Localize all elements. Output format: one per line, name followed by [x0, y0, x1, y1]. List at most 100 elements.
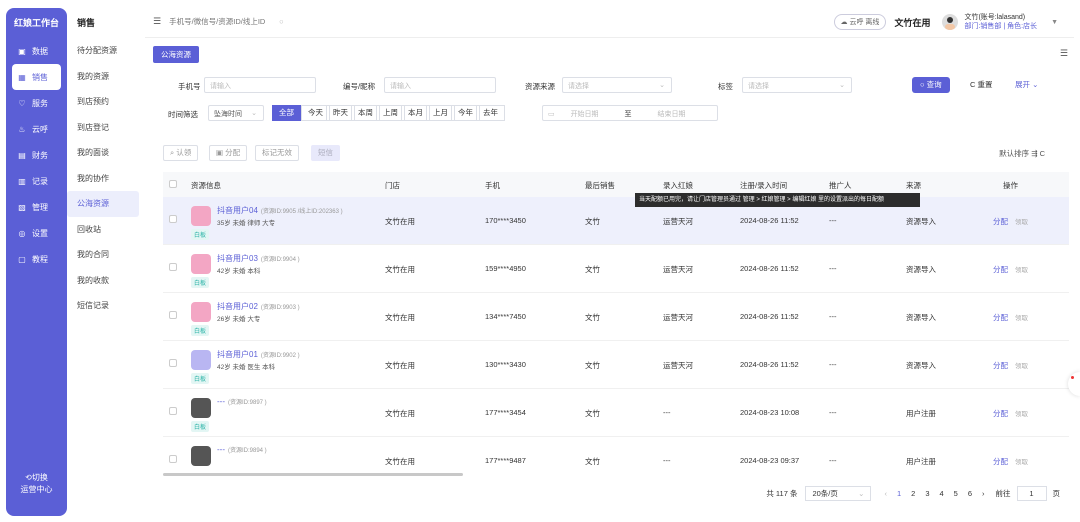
page-size-select[interactable]: 20条/页 ⌄: [805, 486, 872, 501]
assign-link[interactable]: 分配: [993, 264, 1008, 275]
row-checkbox[interactable]: [169, 455, 177, 463]
cell-promoter: ---: [829, 360, 837, 369]
assign-link[interactable]: 分配: [993, 312, 1008, 323]
page-3[interactable]: 3: [925, 489, 929, 498]
tab-public-resources[interactable]: 公海资源: [153, 46, 199, 63]
date-btn-8[interactable]: 去年: [476, 105, 505, 121]
chevron-down-icon: ⌄: [659, 82, 665, 89]
submenu-item-2[interactable]: 到店预约: [67, 89, 145, 115]
next-page-icon[interactable]: ›: [982, 489, 985, 498]
nav-item-4[interactable]: ▤ 财务: [6, 142, 67, 168]
prev-page-icon[interactable]: ‹: [884, 489, 887, 498]
sort-control[interactable]: 默认排序 ⇶ C: [999, 148, 1045, 159]
nav-item-3[interactable]: ♨ 云呼: [6, 116, 67, 142]
claim-link[interactable]: 领取: [1015, 360, 1028, 370]
row-checkbox[interactable]: [169, 359, 177, 367]
submenu-item-6[interactable]: 公海资源: [67, 191, 139, 217]
resource-name[interactable]: 抖音用户01 (资源ID:9902 ): [217, 349, 300, 360]
select-all-checkbox[interactable]: [169, 180, 177, 188]
switch-ops-center[interactable]: ⟲切换 运营中心: [6, 472, 67, 496]
date-btn-0[interactable]: 全部: [272, 105, 301, 121]
assign-link[interactable]: 分配: [993, 360, 1008, 371]
horizontal-scrollbar[interactable]: [163, 473, 463, 476]
status-badge: 白板: [191, 325, 210, 336]
page-5[interactable]: 5: [954, 489, 958, 498]
code-input[interactable]: 请输入: [384, 77, 496, 93]
submenu-item-1[interactable]: 我的资源: [67, 64, 145, 90]
nav-item-7[interactable]: ◎ 设置: [6, 220, 67, 246]
search-icon[interactable]: ○: [279, 17, 284, 26]
expand-button[interactable]: 展开 ⌄: [1015, 77, 1038, 93]
column-menu-icon[interactable]: ☰: [1060, 48, 1068, 59]
claim-link[interactable]: 领取: [1015, 312, 1028, 322]
sms-button[interactable]: 短信: [311, 145, 340, 161]
menu-fold-icon[interactable]: ☰: [153, 16, 161, 27]
resource-name[interactable]: --- (资源ID:9894 ): [217, 445, 267, 454]
submenu-item-5[interactable]: 我的协作: [67, 166, 145, 192]
date-range-picker[interactable]: ▭ 开始日期 至 结束日期: [542, 105, 718, 121]
phone-input[interactable]: 请输入: [204, 77, 316, 93]
cell-store: 文竹在用: [385, 409, 415, 418]
table-row[interactable]: 抖音用户01 (资源ID:9902 ) 42岁 未婚 医生 本科 白板 文竹在用 130*…: [163, 341, 1069, 389]
assign-button[interactable]: ▣ 分配: [209, 145, 248, 161]
refresh-icon[interactable]: C: [1040, 149, 1045, 158]
nav-item-6[interactable]: ▧ 管理: [6, 194, 67, 220]
claim-link[interactable]: 领取: [1015, 408, 1028, 418]
submenu-item-7[interactable]: 回收站: [67, 217, 145, 243]
submenu-item-9[interactable]: 我的收款: [67, 268, 145, 294]
claim-link[interactable]: 领取: [1015, 456, 1028, 466]
assign-link[interactable]: 分配: [993, 216, 1008, 227]
time-type-select[interactable]: 坠海时间 ⌄: [208, 105, 264, 121]
submenu-item-8[interactable]: 我的合同: [67, 242, 145, 268]
reset-button[interactable]: C 重置: [970, 77, 993, 93]
row-checkbox[interactable]: [169, 215, 177, 223]
table-row[interactable]: 抖音用户04 (资源ID:9905 /线上ID:202363 ) 35岁 未婚 律师…: [163, 197, 1069, 245]
submenu-item-4[interactable]: 我的面谈: [67, 140, 145, 166]
resource-name[interactable]: 抖音用户02 (资源ID:9903 ): [217, 301, 300, 312]
cloud-call-status[interactable]: ☁ 云呼 离线: [833, 14, 887, 30]
claim-link[interactable]: 领取: [1015, 264, 1028, 274]
page-1[interactable]: 1: [897, 489, 901, 498]
nav-item-8[interactable]: ▢ 教程: [6, 246, 67, 272]
tag-select[interactable]: 请选择 ⌄: [742, 77, 852, 93]
mark-invalid-button[interactable]: 标记无效: [255, 145, 299, 161]
table-row[interactable]: 抖音用户02 (资源ID:9903 ) 26岁 未婚 大专 白板 文竹在用 134****…: [163, 293, 1069, 341]
user-info[interactable]: 文竹(账号:lalasand) 部门:销售部 | 角色:店长: [964, 13, 1037, 31]
nav-item-2[interactable]: ♡ 服务: [6, 90, 67, 116]
cell-source: 用户注册: [906, 457, 936, 466]
cell-phone: 130****3430: [485, 360, 526, 369]
user-dropdown-icon[interactable]: ▼: [1051, 19, 1058, 26]
resource-name[interactable]: 抖音用户03 (资源ID:9904 ): [217, 253, 300, 264]
refresh-icon: C: [970, 80, 978, 89]
batch-actions: ⌕ 认领 ▣ 分配 标记无效 短信 默认排序 ⇶ C: [163, 145, 1063, 163]
page-4[interactable]: 4: [939, 489, 943, 498]
row-checkbox[interactable]: [169, 263, 177, 271]
table-row[interactable]: 抖音用户03 (资源ID:9904 ) 42岁 未婚 本科 白板 文竹在用 159****…: [163, 245, 1069, 293]
cell-promoter: ---: [829, 312, 837, 321]
user-avatar[interactable]: [942, 14, 959, 30]
page-2[interactable]: 2: [911, 489, 915, 498]
row-checkbox[interactable]: [169, 311, 177, 319]
query-button[interactable]: ○ 查询: [912, 77, 950, 93]
goto-page-input[interactable]: 1: [1016, 486, 1047, 501]
submenu-item-0[interactable]: 待分配资源: [67, 38, 145, 64]
submenu-item-10[interactable]: 短信记录: [67, 293, 145, 319]
assign-link[interactable]: 分配: [993, 408, 1008, 419]
page-6[interactable]: 6: [968, 489, 972, 498]
table-row[interactable]: --- (资源ID:9894 ) 文竹在用 177****9487 文竹 --- 2024-…: [163, 437, 1069, 472]
table-row[interactable]: --- (资源ID:9897 ) 白板 文竹在用 177****3454 文竹 --- 202…: [163, 389, 1069, 437]
resource-name[interactable]: --- (资源ID:9897 ): [217, 397, 267, 406]
claim-link[interactable]: 领取: [1015, 216, 1028, 226]
resource-name[interactable]: 抖音用户04 (资源ID:9905 /线上ID:202363 ): [217, 205, 343, 216]
assign-link[interactable]: 分配: [993, 456, 1008, 467]
nav-item-5[interactable]: ▥ 记录: [6, 168, 67, 194]
filter-icon[interactable]: ⇶: [1031, 149, 1037, 158]
submenu-item-3[interactable]: 到店登记: [67, 115, 145, 141]
global-search-input[interactable]: [169, 17, 280, 26]
nav-item-0[interactable]: ▣ 数据: [6, 38, 67, 64]
nav-item-1[interactable]: ▦ 销售: [12, 64, 61, 90]
source-select[interactable]: 请选择 ⌄: [562, 77, 672, 93]
store-name[interactable]: 文竹在用: [894, 16, 930, 29]
claim-button[interactable]: ⌕ 认领: [163, 145, 199, 161]
row-checkbox[interactable]: [169, 407, 177, 415]
